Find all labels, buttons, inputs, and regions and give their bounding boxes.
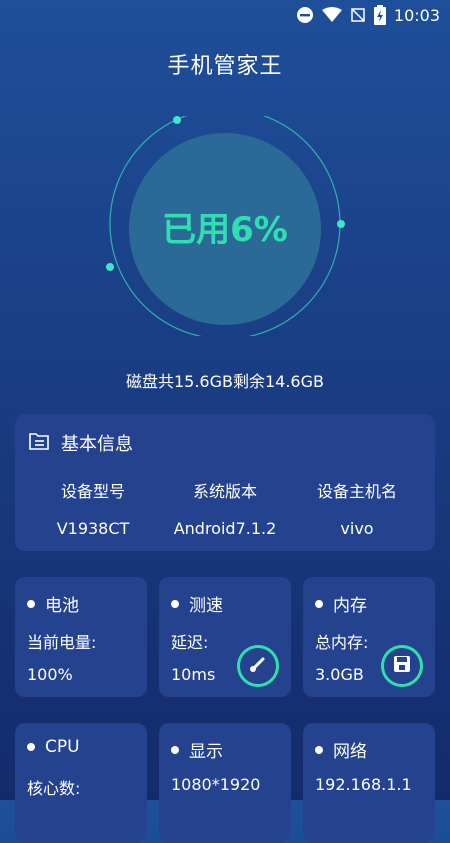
memory-button[interactable]: [381, 645, 423, 687]
file-list-icon: [29, 432, 49, 455]
speed-test-card[interactable]: 测速 延迟: 10ms: [159, 577, 291, 697]
memory-card-title: 内存: [333, 596, 367, 616]
latency-value: 10ms: [171, 665, 216, 684]
battery-card[interactable]: 电池 当前电量: 100%: [15, 577, 147, 697]
floppy-disk-icon: [393, 655, 411, 677]
status-time: 10:03: [393, 5, 440, 25]
storage-gauge: 已用6%: [105, 116, 345, 336]
no-signal-icon: [350, 7, 366, 23]
disk-info: 磁盘共15.6GB剩余14.6GB: [125, 372, 324, 391]
speedometer-icon: [248, 654, 268, 678]
total-memory-value: 3.0GB: [315, 665, 364, 684]
display-resolution: 1080*1920: [171, 775, 261, 794]
speed-test-button[interactable]: [237, 645, 279, 687]
system-version-label: 系统版本: [192, 482, 257, 501]
basic-info-card[interactable]: 基本信息 设备型号 系统版本 设备主机名 V1938CT Android7.1.…: [15, 414, 435, 551]
device-hostname-label: 设备主机名: [316, 482, 397, 501]
display-card[interactable]: 显示 1080*1920: [159, 723, 291, 843]
battery-label: 当前电量:: [27, 633, 97, 652]
bullet-dot: [171, 745, 179, 754]
system-version-value: Android7.1.2: [173, 519, 277, 538]
network-ip: 192.168.1.1: [315, 775, 412, 794]
network-card-title: 网络: [333, 742, 367, 762]
battery-charging-icon: [373, 5, 386, 25]
network-card[interactable]: 网络 192.168.1.1: [303, 723, 435, 843]
bullet-dot: [171, 599, 179, 608]
status-bar: 10:03: [0, 0, 450, 30]
latency-label: 延迟:: [171, 633, 209, 652]
cpu-card[interactable]: CPU 核心数:: [15, 723, 147, 843]
bullet-dot: [27, 743, 35, 751]
device-hostname-value: vivo: [340, 519, 374, 538]
device-model-label: 设备型号: [60, 482, 125, 501]
bullet-dot: [315, 745, 323, 754]
cpu-cores-label: 核心数:: [27, 779, 81, 798]
bullet-dot: [315, 599, 323, 608]
battery-value: 100%: [27, 665, 73, 684]
device-model-value: V1938CT: [56, 519, 130, 538]
app-title: 手机管家王: [167, 54, 283, 79]
battery-card-title: 电池: [45, 596, 79, 616]
wifi-icon: [321, 7, 342, 23]
speed-test-card-title: 测速: [189, 596, 223, 616]
basic-info-title: 基本信息: [61, 434, 133, 455]
do-not-disturb-icon: [296, 6, 314, 24]
memory-card[interactable]: 内存 总内存: 3.0GB: [303, 577, 435, 697]
bullet-dot: [27, 599, 35, 608]
gauge-used-label: 已用6%: [162, 209, 288, 250]
total-memory-label: 总内存:: [315, 633, 369, 652]
display-card-title: 显示: [189, 742, 223, 762]
cpu-card-title: CPU: [45, 737, 80, 757]
basic-info-header: 基本信息: [29, 430, 133, 456]
